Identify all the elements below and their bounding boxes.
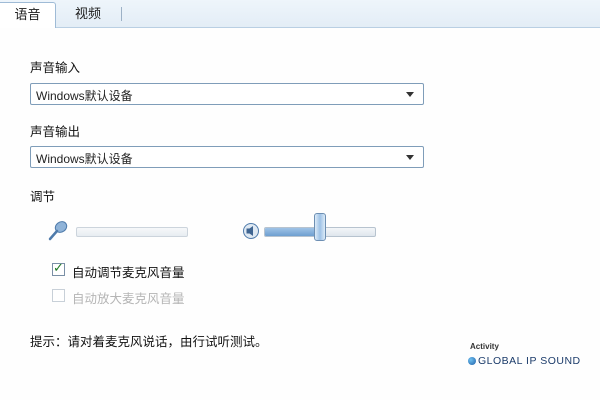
checkmark-icon: ✓ [53, 260, 64, 275]
microphone-icon [48, 221, 68, 241]
tab-strip: 语音 视频 [0, 0, 600, 28]
auto-adjust-mic-checkbox[interactable]: ✓ [52, 260, 65, 276]
output-device-value: Windows默认设备 [36, 152, 133, 166]
adjust-label: 调节 [30, 190, 56, 204]
tab-voice[interactable]: 语音 [0, 2, 56, 28]
mic-volume-slider[interactable] [76, 227, 188, 237]
chevron-down-icon[interactable] [406, 92, 414, 97]
tab-video[interactable]: 视频 [62, 2, 114, 27]
globe-icon [468, 357, 476, 365]
global-ip-sound-logo: GLOBAL IP SOUND [468, 355, 581, 367]
speaker-volume-fill [265, 228, 320, 236]
chevron-down-icon[interactable] [406, 155, 414, 160]
input-device-value: Windows默认设备 [36, 89, 133, 103]
tip-text: 提示：请对着麦克风说话，由行试听测试。 [30, 335, 268, 349]
auto-amplify-mic-checkbox[interactable] [52, 289, 65, 302]
logo-powered-text: Activity [470, 342, 499, 351]
output-device-label: 声音输出 [30, 125, 81, 139]
tab-divider [121, 7, 122, 21]
speaker-volume-thumb[interactable] [314, 213, 326, 241]
input-device-select[interactable]: Windows默认设备 [30, 83, 424, 105]
auto-amplify-mic-label: 自动放大麦克风音量 [72, 292, 185, 306]
voice-video-settings-panel: 语音 视频 声音输入 Windows默认设备 声音输出 Windows默认设备 … [0, 0, 600, 400]
speaker-icon [243, 223, 259, 239]
auto-adjust-mic-label[interactable]: 自动调节麦克风音量 [72, 262, 185, 281]
output-device-select[interactable]: Windows默认设备 [30, 146, 424, 168]
logo-brand-text: GLOBAL IP SOUND [478, 355, 581, 367]
input-device-label: 声音输入 [30, 61, 81, 75]
